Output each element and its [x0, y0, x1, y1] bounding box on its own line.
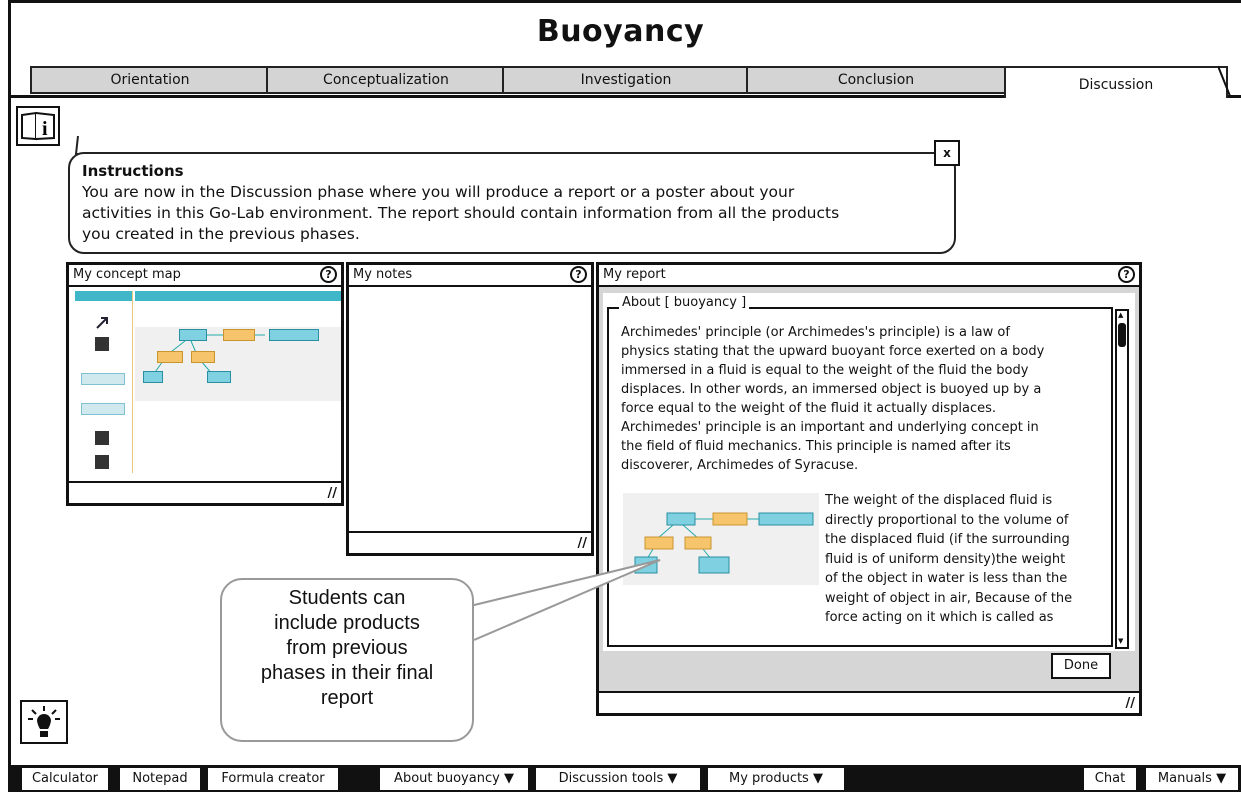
concept-map-panel: My concept map ? // — [66, 262, 344, 506]
help-icon[interactable]: ? — [320, 266, 337, 283]
hint-button[interactable] — [20, 700, 68, 744]
trash-icon — [95, 337, 109, 351]
scroll-down-icon[interactable]: ▼ — [1118, 637, 1126, 647]
report-title: My report — [603, 267, 666, 282]
concept-tool — [81, 373, 125, 385]
notes-panel: My notes ? // — [346, 262, 594, 556]
concept-map-toolbar — [75, 291, 133, 473]
concept-map-header: My concept map ? — [69, 265, 341, 287]
done-button[interactable]: Done — [1051, 653, 1111, 679]
report-scrollbar[interactable]: ▲ ▼ — [1115, 309, 1129, 649]
info-book-icon: i — [21, 111, 55, 141]
formula-creator-button[interactable]: Formula creator — [208, 768, 338, 790]
concept-map-title: My concept map — [73, 267, 181, 282]
concept-map-thumbnail[interactable] — [75, 291, 341, 473]
resize-handle-icon[interactable]: // — [1126, 696, 1136, 711]
calculator-button[interactable]: Calculator — [22, 768, 108, 790]
chevron-down-icon: ▼ — [667, 771, 678, 786]
about-buoyancy-menu[interactable]: About buoyancy ▼ — [380, 768, 528, 790]
notes-area[interactable] — [349, 289, 591, 529]
my-products-menu[interactable]: My products ▼ — [708, 768, 844, 790]
scroll-thumb[interactable] — [1118, 323, 1126, 347]
tab-discussion[interactable]: Discussion — [1004, 66, 1228, 98]
discussion-tools-menu[interactable]: Discussion tools ▼ — [536, 768, 700, 790]
info-book-button[interactable]: i — [16, 106, 60, 146]
tab-conclusion[interactable]: Conclusion — [746, 66, 1006, 94]
svg-text:i: i — [42, 118, 48, 140]
tab-conceptualization[interactable]: Conceptualization — [266, 66, 506, 94]
tab-investigation[interactable]: Investigation — [502, 66, 750, 94]
scroll-up-icon[interactable]: ▲ — [1118, 311, 1126, 321]
instructions-text: You are now in the Discussion phase wher… — [82, 183, 840, 243]
arrow-tool-icon — [95, 315, 109, 329]
report-side-paragraph: The weight of the displaced fluid is dir… — [825, 493, 1073, 625]
resize-handle-icon[interactable]: // — [328, 486, 338, 501]
instructions-balloon: Instructions You are now in the Discussi… — [68, 152, 956, 254]
upload-icon — [95, 431, 109, 445]
report-concept-map-image — [623, 493, 819, 585]
report-paragraph: Archimedes' principle (or Archimedes's p… — [621, 325, 1045, 473]
chevron-down-icon: ▼ — [1216, 771, 1227, 786]
chat-button[interactable]: Chat — [1084, 768, 1136, 790]
report-section-legend: About [ buoyancy ] — [619, 295, 750, 310]
download-icon — [95, 455, 109, 469]
chevron-down-icon: ▼ — [503, 771, 514, 786]
lightbulb-icon — [28, 706, 60, 737]
relation-tool — [81, 403, 125, 415]
app-title: Buoyancy — [536, 14, 705, 49]
tab-orientation[interactable]: Orientation — [30, 66, 270, 94]
report-header: My report ? — [599, 265, 1139, 287]
notes-header: My notes ? — [349, 265, 591, 287]
callout-note: Students can include products from previ… — [220, 578, 474, 742]
tab-discussion-edge — [1218, 66, 1231, 97]
report-panel: My report ? About [ buoyancy ] Archimede… — [596, 262, 1142, 716]
report-footer: // — [599, 691, 1139, 713]
concept-map-footer: // — [69, 481, 341, 503]
concept-map-canvas — [135, 327, 341, 401]
resize-handle-icon[interactable]: // — [578, 536, 588, 551]
close-instructions-button[interactable]: x — [934, 140, 960, 166]
notepad-button[interactable]: Notepad — [120, 768, 200, 790]
notes-title: My notes — [353, 267, 413, 282]
chevron-down-icon: ▼ — [812, 771, 823, 786]
manuals-menu[interactable]: Manuals ▼ — [1146, 768, 1238, 790]
help-icon[interactable]: ? — [1118, 266, 1135, 283]
notes-footer: // — [349, 531, 591, 553]
instructions-title: Instructions — [82, 162, 184, 180]
help-icon[interactable]: ? — [570, 266, 587, 283]
